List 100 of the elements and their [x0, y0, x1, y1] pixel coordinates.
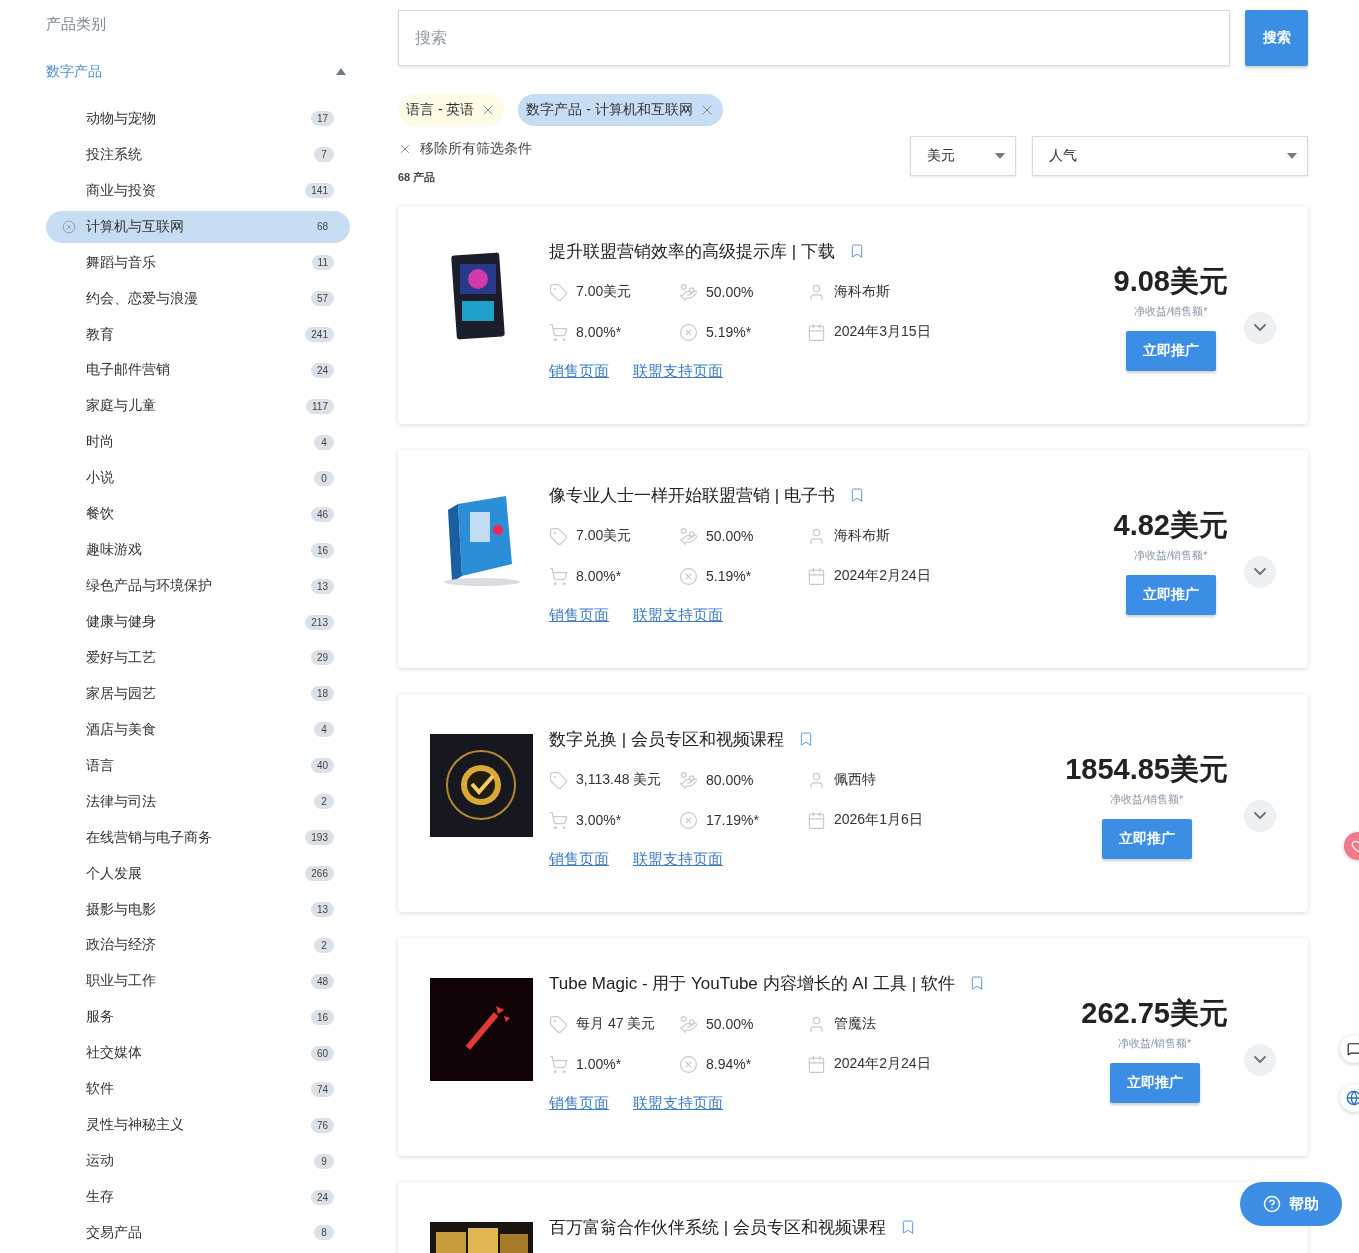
category-item[interactable]: 小说 0	[46, 462, 350, 495]
category-item[interactable]: 摄影与电影 13	[46, 893, 350, 926]
page-link[interactable]: 销售页面	[549, 362, 609, 381]
category-item[interactable]: 在线营销与电子商务 193	[46, 821, 350, 854]
category-item[interactable]: 教育 241	[46, 318, 350, 351]
expand-button[interactable]	[1244, 311, 1276, 344]
category-item[interactable]: 政治与经济 2	[46, 929, 350, 962]
category-label: 政治与经济	[86, 936, 157, 955]
category-item[interactable]: 趣味游戏 16	[46, 534, 350, 567]
currency-select[interactable]: 美元	[910, 136, 1016, 176]
category-label: 约会、恋爱与浪漫	[86, 289, 199, 308]
cart-icon	[549, 322, 568, 342]
category-item[interactable]: 社交媒体 60	[46, 1037, 350, 1070]
count-badge: 76	[310, 1117, 334, 1133]
hand-coins-icon	[679, 770, 698, 790]
expand-button[interactable]	[1244, 799, 1276, 832]
stat-value: 7.00美元	[576, 283, 632, 301]
circle-x-icon	[679, 566, 698, 586]
count-badge: 24	[310, 363, 334, 378]
calendar-icon	[807, 810, 826, 830]
caret-icon	[995, 153, 1005, 159]
category-item[interactable]: 动物与宠物 17	[46, 102, 350, 135]
stat-value: 管魔法	[834, 1015, 876, 1033]
count-badge: 29	[310, 650, 334, 666]
earnings-value: 262.75美元	[1081, 996, 1228, 1031]
category-item[interactable]: 投注系统 7	[46, 138, 350, 171]
category-item[interactable]: 交易产品 8	[46, 1217, 350, 1249]
count-badge: 117	[306, 398, 334, 414]
count-badge: 57	[310, 291, 334, 307]
category-item[interactable]: 餐饮 46	[46, 498, 350, 531]
close-icon[interactable]	[398, 142, 412, 156]
category-item[interactable]: 计算机与互联网 68	[46, 210, 350, 243]
count-badge: 17	[310, 111, 334, 127]
chevron-down-icon	[1254, 812, 1266, 819]
chevron-down-icon	[1254, 324, 1266, 331]
category-item[interactable]: 酒店与美食 4	[46, 713, 350, 746]
category-label: 家庭与儿童	[86, 397, 157, 416]
category-label: 生存	[86, 1188, 115, 1207]
category-label: 服务	[86, 1008, 115, 1027]
clear-filters-link[interactable]: 移除所有筛选条件	[420, 140, 532, 158]
hand-coins-icon	[679, 282, 698, 302]
earnings-value: 9.08美元	[1113, 264, 1228, 299]
stat-value: 17.19%*	[706, 812, 759, 828]
category-item[interactable]: 时尚 4	[46, 426, 350, 459]
category-item[interactable]: 服务 16	[46, 1001, 350, 1034]
category-item[interactable]: 健康与健身 213	[46, 606, 350, 638]
page-link[interactable]: 联盟支持页面	[633, 606, 723, 625]
count-badge: 213	[305, 614, 334, 630]
remove-icon[interactable]	[62, 219, 76, 234]
count-badge: 13	[310, 902, 334, 918]
sort-select[interactable]: 人气	[1032, 136, 1308, 176]
category-item[interactable]: 灵性与神秘主义 76	[46, 1109, 350, 1142]
category-item[interactable]: 法律与司法 2	[46, 785, 350, 818]
category-item[interactable]: 职业与工作 48	[46, 965, 350, 998]
category-item[interactable]: 软件 74	[46, 1073, 350, 1106]
category-item[interactable]: 生存 24	[46, 1181, 350, 1213]
earnings-value: 4.82美元	[1113, 508, 1228, 543]
category-label: 家居与园艺	[86, 684, 157, 703]
expand-button[interactable]	[1244, 555, 1276, 588]
search-field[interactable]: 搜索	[398, 10, 1230, 66]
category-label: 绿色产品与环境保护	[86, 577, 213, 596]
stat-value: 8.00%*	[576, 324, 622, 340]
filter-chip[interactable]: 数字产品 - 计算机和互联网	[518, 94, 723, 126]
category-item[interactable]: 舞蹈与音乐 11	[46, 246, 350, 279]
count-badge: 9	[314, 1153, 334, 1169]
category-item[interactable]: 爱好与工艺 29	[46, 642, 350, 674]
category-item[interactable]: 家居与园艺 18	[46, 677, 350, 710]
category-item[interactable]: 约会、恋爱与浪漫 57	[46, 282, 350, 315]
category-item[interactable]: 电子邮件营销 24	[46, 354, 350, 387]
category-label: 交易产品	[86, 1224, 143, 1242]
category-item[interactable]: 绿色产品与环境保护 13	[46, 570, 350, 603]
filter-chip[interactable]: 语言 - 英语	[398, 94, 505, 126]
category-item[interactable]: 个人发展 266	[46, 857, 350, 890]
page-link[interactable]: 联盟支持页面	[633, 362, 723, 381]
category-label: 职业与工作	[86, 972, 157, 991]
page-link[interactable]: 销售页面	[549, 606, 609, 625]
category-label: 语言	[86, 756, 115, 775]
chevron-down-icon	[1254, 1056, 1266, 1063]
count-badge: 24	[310, 1189, 334, 1205]
count-badge: 11	[311, 255, 334, 271]
category-label: 运动	[86, 1152, 115, 1171]
category-label: 计算机与互联网	[86, 217, 185, 236]
category-label: 时尚	[86, 433, 115, 452]
count-badge: 0	[314, 470, 334, 486]
category-item[interactable]: 商业与投资 141	[46, 174, 350, 207]
category-item[interactable]: 语言 40	[46, 749, 350, 782]
expand-button[interactable]	[1244, 1043, 1276, 1076]
page-link[interactable]: 销售页面	[549, 1094, 609, 1113]
count-badge: 7	[314, 147, 334, 163]
category-item[interactable]: 家庭与儿童 117	[46, 390, 350, 423]
page-link[interactable]: 联盟支持页面	[633, 850, 723, 869]
category-item[interactable]: 运动 9	[46, 1145, 350, 1178]
help-icon	[1263, 1195, 1281, 1213]
category-group-header[interactable]: 数字产品	[46, 59, 350, 85]
user-icon	[807, 770, 826, 790]
page-link[interactable]: 联盟支持页面	[633, 1094, 723, 1113]
page-link[interactable]: 销售页面	[549, 850, 609, 869]
count-label: 68	[315, 220, 329, 235]
category-label: 酒店与美食	[86, 720, 157, 739]
category-label: 健康与健身	[86, 613, 157, 632]
